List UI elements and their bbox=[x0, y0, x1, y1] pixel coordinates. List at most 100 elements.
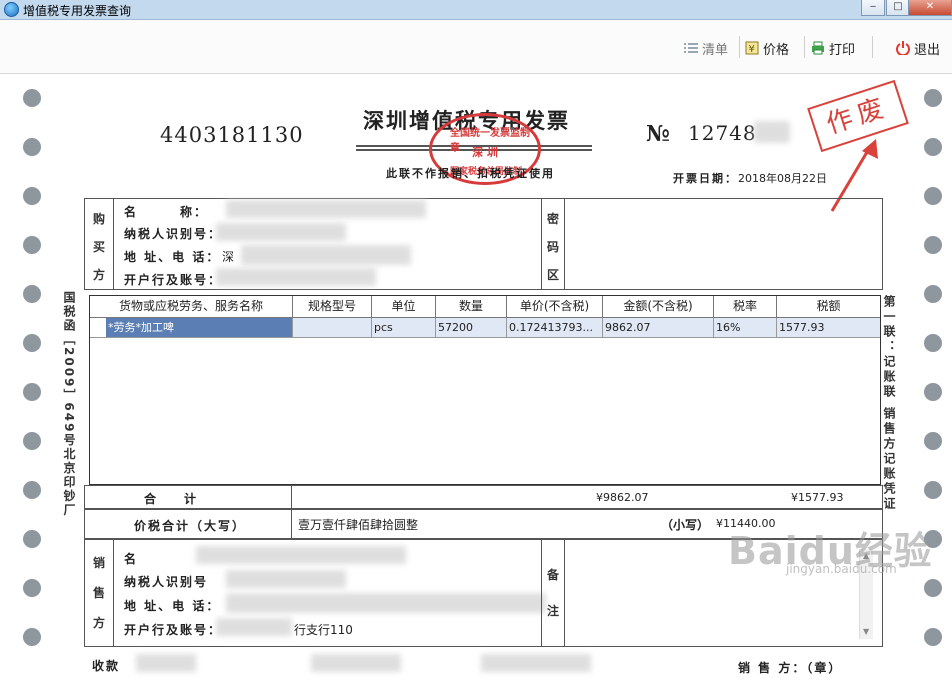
perforation-hole bbox=[23, 481, 41, 499]
perforation-hole bbox=[924, 285, 942, 303]
print-button[interactable]: 打印 bbox=[811, 38, 855, 58]
goods-table[interactable]: 货物或应税劳务、服务名称 规格型号 单位 数量 单价(不含税) 金额(不含税) … bbox=[89, 295, 881, 485]
perforation-hole bbox=[23, 579, 41, 597]
amount-cell[interactable]: 9862.07 bbox=[603, 318, 714, 338]
list-button[interactable]: 清单 bbox=[684, 38, 728, 58]
payee-label: 收款 bbox=[92, 659, 121, 673]
total-amount: ¥9862.07 bbox=[596, 491, 649, 504]
exit-button[interactable]: 退出 bbox=[896, 38, 940, 58]
column-header[interactable]: 规格型号 bbox=[293, 296, 372, 318]
total-tax: ¥1577.93 bbox=[791, 491, 844, 504]
svg-text:¥: ¥ bbox=[749, 44, 755, 55]
watermark-url: jingyan.baidu.com bbox=[786, 562, 897, 576]
unit-cell[interactable]: pcs bbox=[372, 318, 436, 338]
invoice: 4403181130 深圳增值税专用发票 全国统一发票监制章 深 圳 国家税务总… bbox=[56, 75, 912, 682]
redacted-area bbox=[216, 223, 346, 241]
perforation-hole bbox=[23, 285, 41, 303]
perforation-hole bbox=[924, 187, 942, 205]
toolbar-divider bbox=[872, 36, 873, 58]
seller-taxid-label: 纳税人识别号 bbox=[124, 575, 209, 589]
row-indicator bbox=[90, 318, 106, 338]
buyer-label-char: 购 bbox=[92, 212, 105, 226]
issue-date: 开票日期：2018年08月22日 bbox=[673, 170, 827, 186]
spec-cell[interactable] bbox=[293, 318, 372, 338]
column-header[interactable]: 税额 bbox=[777, 296, 880, 318]
perforation-hole bbox=[924, 481, 942, 499]
perforation-hole bbox=[924, 236, 942, 254]
buyer-address-value: 深 bbox=[222, 250, 237, 264]
redacted-area bbox=[481, 654, 591, 672]
remark-label-cell bbox=[541, 539, 565, 647]
price-tag-icon: ¥ bbox=[745, 41, 759, 55]
buyer-bank-label: 开户行及账号： bbox=[124, 273, 223, 287]
remark-label-char: 备 bbox=[546, 568, 559, 582]
invoice-query-window: 增值税专用发票查询 ‒ □ ✕ 清单 ¥ 价格 打印 退出 4403181130… bbox=[0, 0, 952, 682]
seller-label-char: 方 bbox=[92, 616, 105, 630]
list-label: 清单 bbox=[702, 42, 729, 58]
price-label: 价格 bbox=[763, 42, 790, 58]
cipher-label-char: 密 bbox=[546, 212, 559, 226]
perforation-hole bbox=[23, 628, 41, 646]
redacted-area bbox=[196, 546, 406, 564]
perforation-hole bbox=[23, 334, 41, 352]
unit-price-cell[interactable]: 0.172413793... bbox=[507, 318, 603, 338]
invoice-subtitle: 此联不作报销、扣税凭证使用 bbox=[386, 167, 555, 180]
redacted-area bbox=[216, 268, 376, 286]
goods-name-cell[interactable]: *劳务*加工啤 bbox=[106, 318, 293, 338]
grand-total-words: 壹万壹仟肆佰肆拾圆整 bbox=[298, 518, 419, 532]
right-margin-text: 第一联：记账联 销售方记账凭证 bbox=[882, 295, 896, 513]
perforation-hole bbox=[23, 187, 41, 205]
buyer-taxid-label: 纳税人识别号： bbox=[124, 227, 223, 241]
buyer-name-label: 名 称： bbox=[124, 205, 209, 219]
toolbar-divider bbox=[739, 36, 740, 58]
seller-stamp-label: 销 售 方：（章） bbox=[738, 661, 843, 675]
remark-label-char: 注 bbox=[546, 604, 559, 618]
quantity-cell[interactable]: 57200 bbox=[436, 318, 507, 338]
perforation-hole bbox=[924, 334, 942, 352]
price-button[interactable]: ¥ 价格 bbox=[745, 38, 789, 58]
column-header[interactable]: 数量 bbox=[436, 296, 507, 318]
perforation-hole bbox=[924, 383, 942, 401]
redacted-area bbox=[226, 570, 346, 588]
tax-amount-cell[interactable]: 1577.93 bbox=[777, 318, 880, 338]
perforation-hole bbox=[23, 383, 41, 401]
exit-label: 退出 bbox=[914, 42, 941, 58]
perforation-hole bbox=[924, 89, 942, 107]
column-header[interactable]: 金额(不含税) bbox=[603, 296, 714, 318]
column-header[interactable]: 货物或应税劳务、服务名称 bbox=[90, 296, 293, 318]
issue-date-label: 开票日期： bbox=[673, 172, 738, 185]
perforation-hole bbox=[23, 89, 41, 107]
minimize-button[interactable]: ‒ bbox=[861, 0, 885, 16]
seal-text: 深 圳 bbox=[472, 146, 498, 159]
perforation-hole bbox=[23, 530, 41, 548]
column-header[interactable]: 单位 bbox=[372, 296, 436, 318]
app-icon bbox=[4, 2, 19, 17]
left-margin-text: 国税函［2009］649号北京印钞厂 bbox=[62, 291, 76, 518]
grand-total-small-label: （小写） bbox=[661, 518, 710, 532]
seller-address-label: 地 址、电 话： bbox=[124, 599, 221, 613]
scroll-down-icon[interactable]: ▼ bbox=[863, 627, 869, 636]
redacted-area bbox=[311, 654, 401, 672]
toolbar: 清单 ¥ 价格 打印 退出 bbox=[0, 20, 952, 74]
redacted-area bbox=[226, 200, 426, 218]
tax-rate-cell[interactable]: 16% bbox=[714, 318, 777, 338]
redacted-area bbox=[226, 593, 546, 613]
invoice-number-label: № bbox=[646, 121, 670, 147]
redacted-area bbox=[136, 654, 196, 672]
invoice-number: 12748 bbox=[688, 121, 757, 145]
buyer-address-label: 地 址、电 话： bbox=[124, 250, 221, 264]
invoice-code: 4403181130 bbox=[160, 123, 304, 147]
perforation-hole bbox=[924, 628, 942, 646]
perforation-hole bbox=[924, 432, 942, 450]
close-button[interactable]: ✕ bbox=[908, 0, 952, 16]
column-header[interactable]: 税率 bbox=[714, 296, 777, 318]
toolbar-divider bbox=[804, 36, 805, 58]
seller-bank-label: 开户行及账号： bbox=[124, 623, 223, 637]
column-header[interactable]: 单价(不含税) bbox=[507, 296, 603, 318]
printer-icon bbox=[811, 41, 825, 55]
grand-total-label: 价税合计（大写） bbox=[134, 519, 247, 533]
perforation-hole bbox=[924, 138, 942, 156]
maximize-button[interactable]: □ bbox=[886, 0, 910, 16]
buyer-label-char: 买 bbox=[92, 240, 105, 254]
total-label: 合 计 bbox=[144, 492, 205, 506]
